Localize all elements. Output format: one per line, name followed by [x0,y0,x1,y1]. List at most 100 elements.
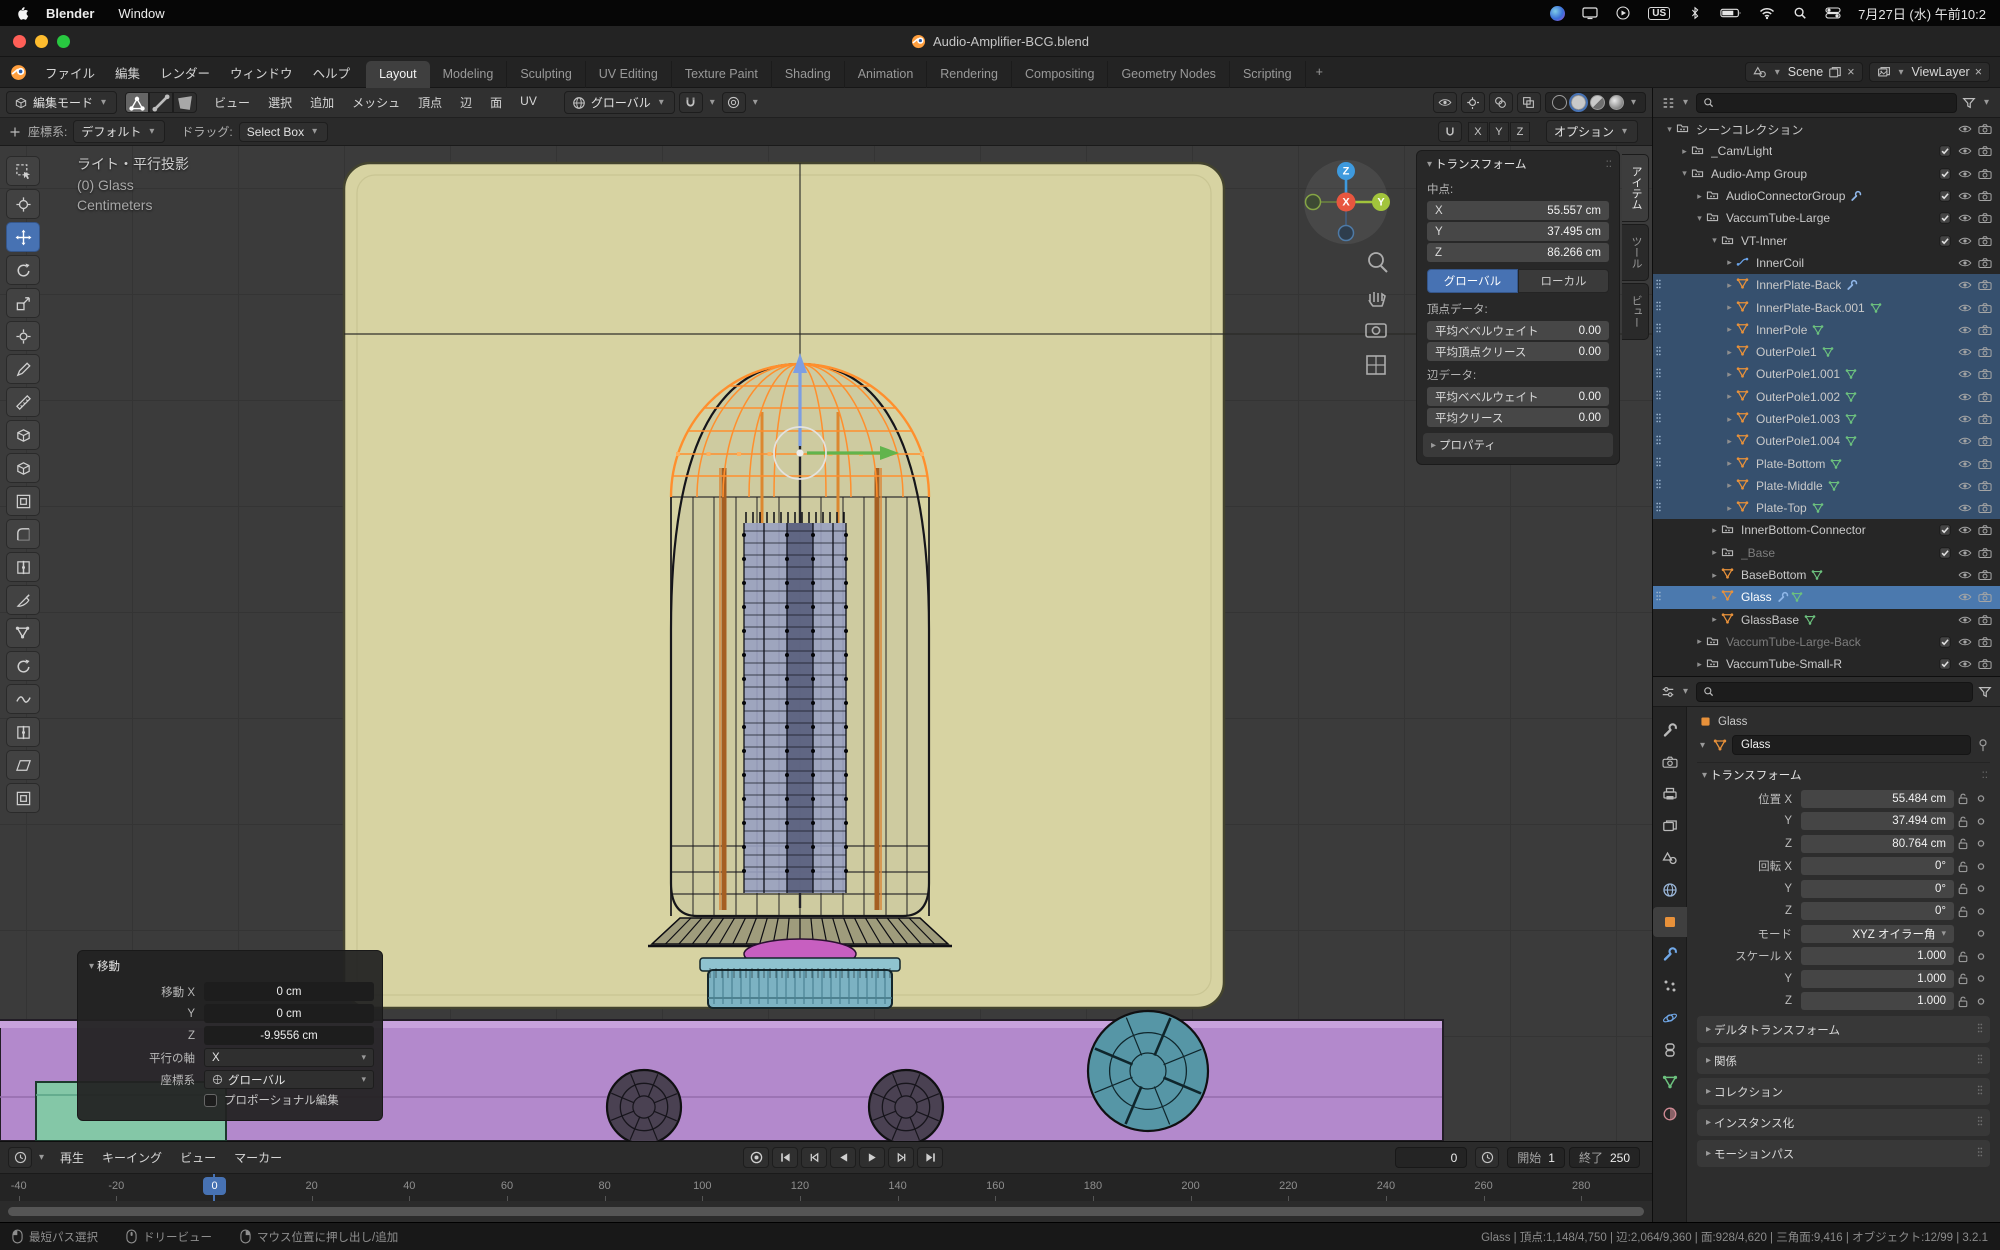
disclosure-arrow[interactable]: ▸ [1708,592,1721,603]
outliner-row-VaccumTube-Large-Back[interactable]: ▸VaccumTube-Large-Back [1653,631,2000,653]
extrude-tool-button[interactable] [6,453,40,483]
outliner-row-InnerCoil[interactable]: ▸InnerCoil [1653,252,2000,274]
exclude-checkbox[interactable] [1935,658,1955,670]
outliner-row-OuterPole1[interactable]: ▸OuterPole1 [1653,341,2000,363]
viewport-menu-4[interactable]: 頂点 [409,91,451,114]
outliner-row-AudioConnectorGroup[interactable]: ▸AudioConnectorGroup [1653,185,2000,207]
spin-tool-button[interactable] [6,651,40,681]
hide-eye-icon[interactable] [1955,636,1975,648]
control-center-icon[interactable] [1825,6,1841,20]
properties-tab-object[interactable] [1653,907,1687,937]
jump-end-button[interactable] [917,1147,943,1168]
median-y-field[interactable]: Y37.495 cm [1427,222,1609,241]
disable-render-icon[interactable] [1975,391,1995,403]
sidebar-tab-1[interactable]: ツール [1622,224,1649,281]
disclosure-arrow[interactable]: ▸ [1693,659,1706,670]
disclosure-arrow[interactable]: ▸ [1693,191,1706,202]
disclosure-arrow[interactable]: ▸ [1723,503,1736,514]
proportional-dropdown[interactable]: ▾ [753,97,758,108]
viewport-menu-1[interactable]: 選択 [259,91,301,114]
animate-dot-icon[interactable] [1972,995,1990,1008]
outliner-row-BaseBottom[interactable]: ▸BaseBottom [1653,564,2000,586]
transform-value-field[interactable]: 55.484 cm [1801,790,1954,808]
topbar-menu-2[interactable]: レンダー [150,59,220,86]
exclude-checkbox[interactable] [1935,145,1955,157]
operator-value-field[interactable]: 0 cm [204,982,374,1001]
hide-eye-icon[interactable] [1955,279,1975,291]
solid-shading-button[interactable] [1571,95,1586,110]
outliner-row-InnerPlate-Back.001[interactable]: ▸InnerPlate-Back.001 [1653,296,2000,318]
properties-tab-scene[interactable] [1653,843,1687,873]
properties-tab-modifiers[interactable] [1653,939,1687,969]
apple-menu-icon[interactable] [14,6,32,21]
transform-value-field[interactable]: 37.494 cm [1801,812,1954,830]
editor-type-dropdown[interactable]: ▾ [1683,686,1688,697]
battery-icon[interactable] [1720,6,1742,20]
options-dropdown[interactable]: オプション▾ [1546,120,1638,143]
outliner-row-Plate-Bottom[interactable]: ▸Plate-Bottom [1653,452,2000,474]
disable-render-icon[interactable] [1975,524,1995,536]
outliner-row-VT-Inner[interactable]: ▾VT-Inner [1653,229,2000,251]
3d-viewport[interactable]: Z Y X ライト・平行投影 (0) Glass Centimeters ▾トラ… [0,146,1652,1141]
properties-search[interactable] [1696,682,1973,702]
hide-eye-icon[interactable] [1955,346,1975,358]
disclosure-arrow[interactable]: ▸ [1723,280,1736,291]
select-box-tool-button[interactable] [6,156,40,186]
transform-orientation-dropdown[interactable]: グローバル▾ [564,91,675,114]
siri-icon[interactable] [1550,6,1565,21]
lock-icon[interactable] [1954,815,1972,828]
hide-eye-icon[interactable] [1955,480,1975,492]
transform-panel-header[interactable]: ▾トランスフォーム:: [1697,762,1990,787]
animate-dot-icon[interactable] [1972,882,1990,895]
properties-subpanel-header[interactable]: ▸プロパティ [1423,433,1613,457]
axis-neg-z[interactable] [1339,226,1354,241]
sidebar-tab-2[interactable]: ビュー [1622,283,1649,340]
hide-eye-icon[interactable] [1955,302,1975,314]
mirror-y-button[interactable]: Y [1489,122,1509,142]
exclude-checkbox[interactable] [1935,190,1955,202]
start-frame-field[interactable]: 開始1 [1507,1147,1565,1168]
outliner-row-InnerPole[interactable]: ▸InnerPole [1653,319,2000,341]
workspace-tab-modeling[interactable]: Modeling [430,61,508,88]
animate-dot-icon[interactable] [1972,792,1990,805]
vertex-select-button[interactable] [125,92,149,113]
editor-type-dropdown[interactable]: ▾ [39,1152,44,1163]
disable-render-icon[interactable] [1975,235,1995,247]
transform-tool-button[interactable] [6,321,40,351]
disable-render-icon[interactable] [1975,614,1995,626]
transform-value-field[interactable]: 0° [1801,902,1954,920]
disclosure-arrow[interactable]: ▾ [1693,213,1706,224]
annotate-tool-button[interactable] [6,354,40,384]
disclosure-arrow[interactable]: ▸ [1723,302,1736,313]
display-icon[interactable] [1582,6,1598,20]
properties-tab-material[interactable] [1653,1099,1687,1129]
pin-icon[interactable] [1976,738,1990,752]
lock-icon[interactable] [1954,792,1972,805]
edge-data-field[interactable]: 平均クリース0.00 [1427,408,1609,427]
lock-icon[interactable] [1954,837,1972,850]
filter-icon[interactable] [1962,96,1976,110]
lock-icon[interactable] [1954,882,1972,895]
face-select-button[interactable] [173,92,197,113]
animate-dot-icon[interactable] [1972,927,1990,940]
disable-render-icon[interactable] [1975,458,1995,470]
hide-eye-icon[interactable] [1955,190,1975,202]
blender-logo-icon[interactable] [10,64,27,81]
vertex-data-field[interactable]: 平均頂点クリース0.00 [1427,342,1609,361]
workspace-tab-layout[interactable]: Layout [366,61,430,88]
viewport-menu-5[interactable]: 辺 [451,91,481,114]
bevel-tool-button[interactable] [6,519,40,549]
exclude-checkbox[interactable] [1935,547,1955,559]
mirror-z-button[interactable]: Z [1510,122,1530,142]
exclude-checkbox[interactable] [1935,636,1955,648]
close-window-button[interactable] [13,35,26,48]
hide-eye-icon[interactable] [1955,145,1975,157]
properties-tab-tool[interactable] [1653,715,1687,745]
minimize-window-button[interactable] [35,35,48,48]
lock-icon[interactable] [1954,860,1972,873]
lock-icon[interactable] [1954,950,1972,963]
coord-dropdown[interactable]: デフォルト▾ [73,120,165,143]
exclude-checkbox[interactable] [1935,524,1955,536]
pan-hand-icon[interactable] [1369,292,1385,306]
axis-dropdown[interactable]: X▾ [204,1048,374,1067]
